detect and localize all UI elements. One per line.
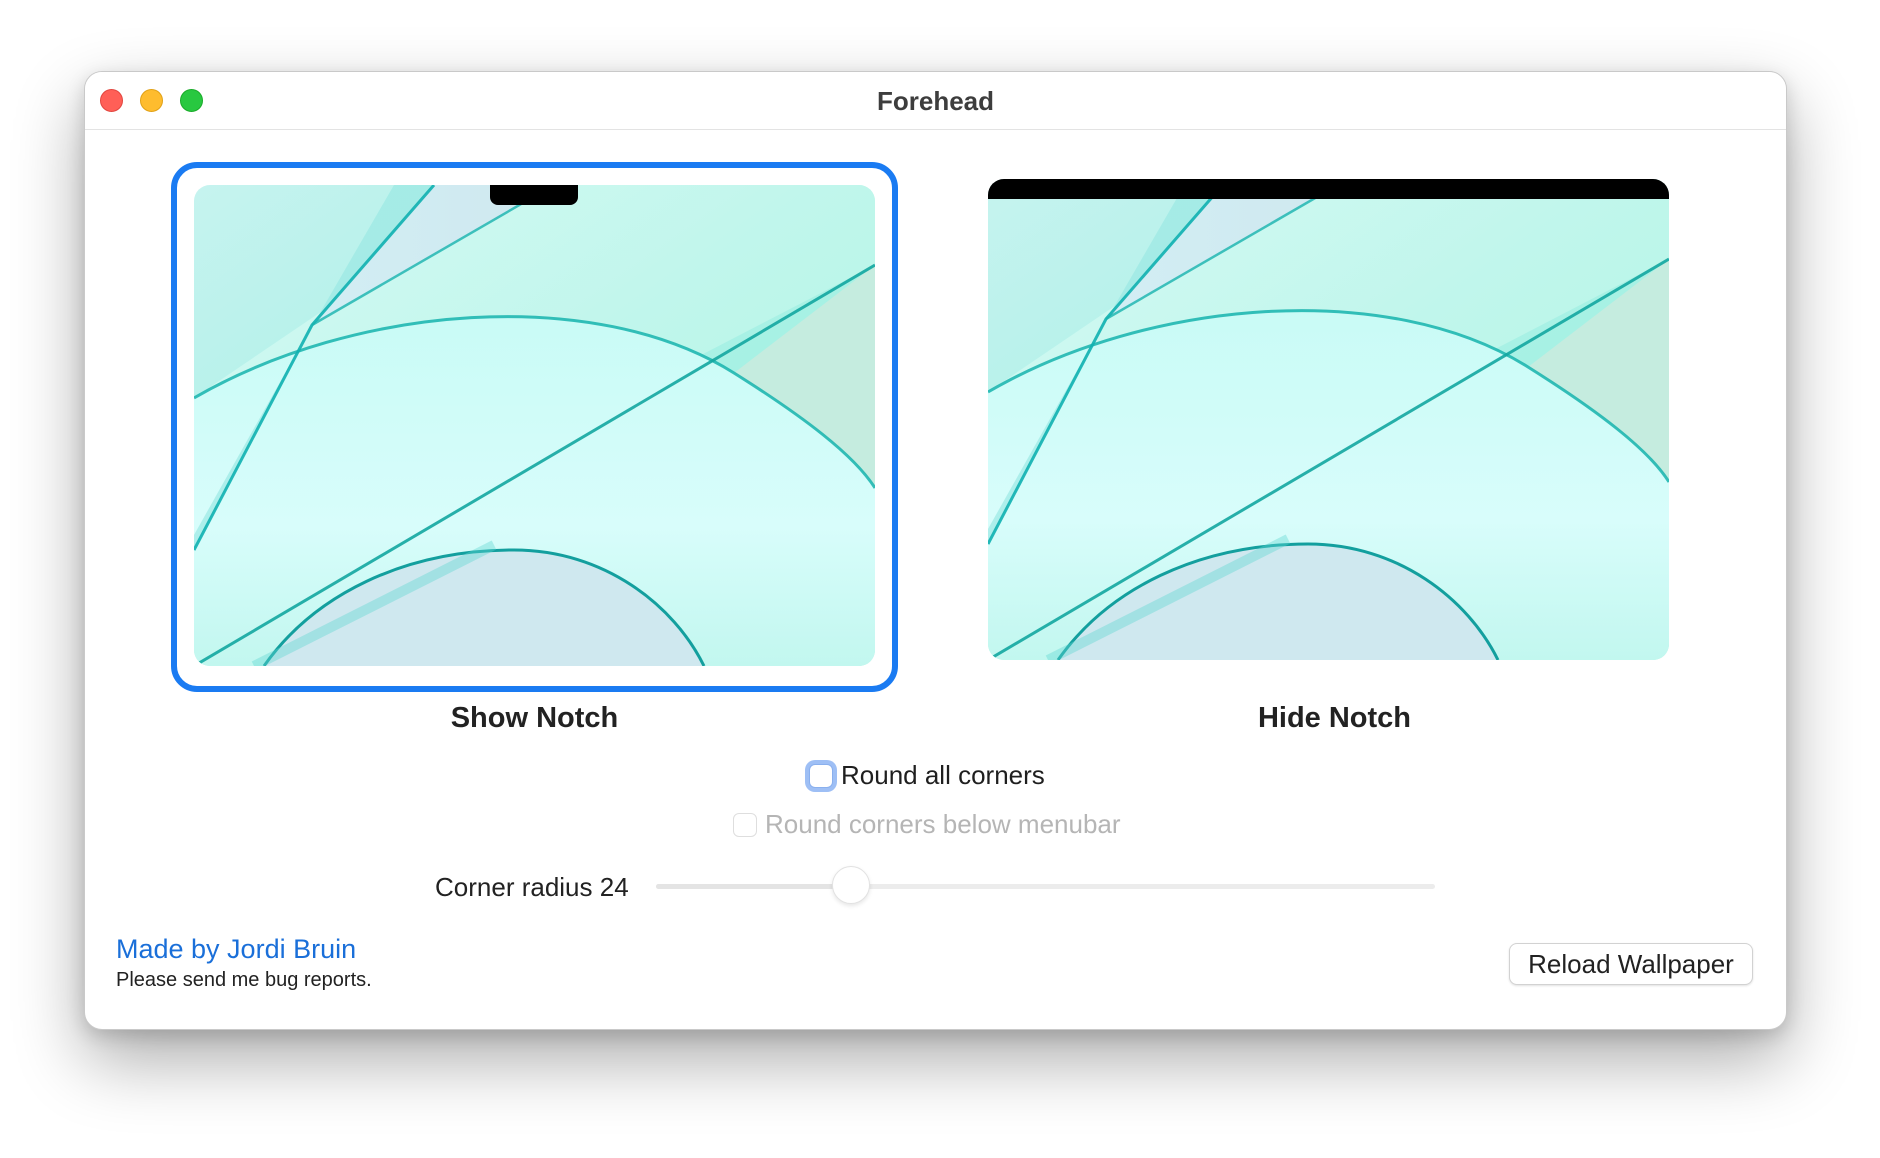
hide-notch-label: Hide Notch — [1257, 702, 1412, 734]
show-notch-label: Show Notch — [450, 702, 619, 734]
round-below-menubar-label: Round corners below menubar — [765, 809, 1121, 839]
app-window: Forehead Show Notch Hide Notch Round all… — [84, 71, 1787, 1030]
show-notch-option[interactable] — [171, 162, 898, 692]
notch-shape — [490, 185, 578, 205]
round-below-menubar-row: Round corners below menubar — [733, 809, 1121, 840]
round-below-menubar-checkbox — [733, 812, 757, 837]
bug-report-note: Please send me bug reports. — [116, 969, 372, 991]
window-title: Forehead — [876, 86, 995, 116]
slider-thumb[interactable] — [831, 866, 870, 904]
round-all-corners-label: Round all corners — [841, 760, 1045, 790]
title-bar: Forehead — [85, 72, 1786, 130]
round-all-corners-row[interactable]: Round all corners — [809, 760, 1045, 791]
screen: Forehead Show Notch Hide Notch Round all… — [0, 0, 1880, 1158]
hide-notch-option[interactable] — [971, 162, 1698, 692]
reload-wallpaper-button[interactable]: Reload Wallpaper — [1509, 943, 1753, 985]
slider-fill — [656, 884, 851, 889]
corner-radius-label: Corner radius 24 — [435, 872, 629, 902]
corner-radius-slider[interactable] — [656, 866, 1435, 904]
wallpaper-image — [988, 179, 1669, 660]
round-all-corners-checkbox[interactable] — [809, 763, 833, 788]
black-menubar — [988, 179, 1669, 199]
hide-notch-preview — [988, 179, 1669, 660]
wallpaper-image — [194, 185, 875, 666]
credit-link[interactable]: Made by Jordi Bruin — [116, 934, 356, 965]
show-notch-preview — [194, 185, 875, 666]
